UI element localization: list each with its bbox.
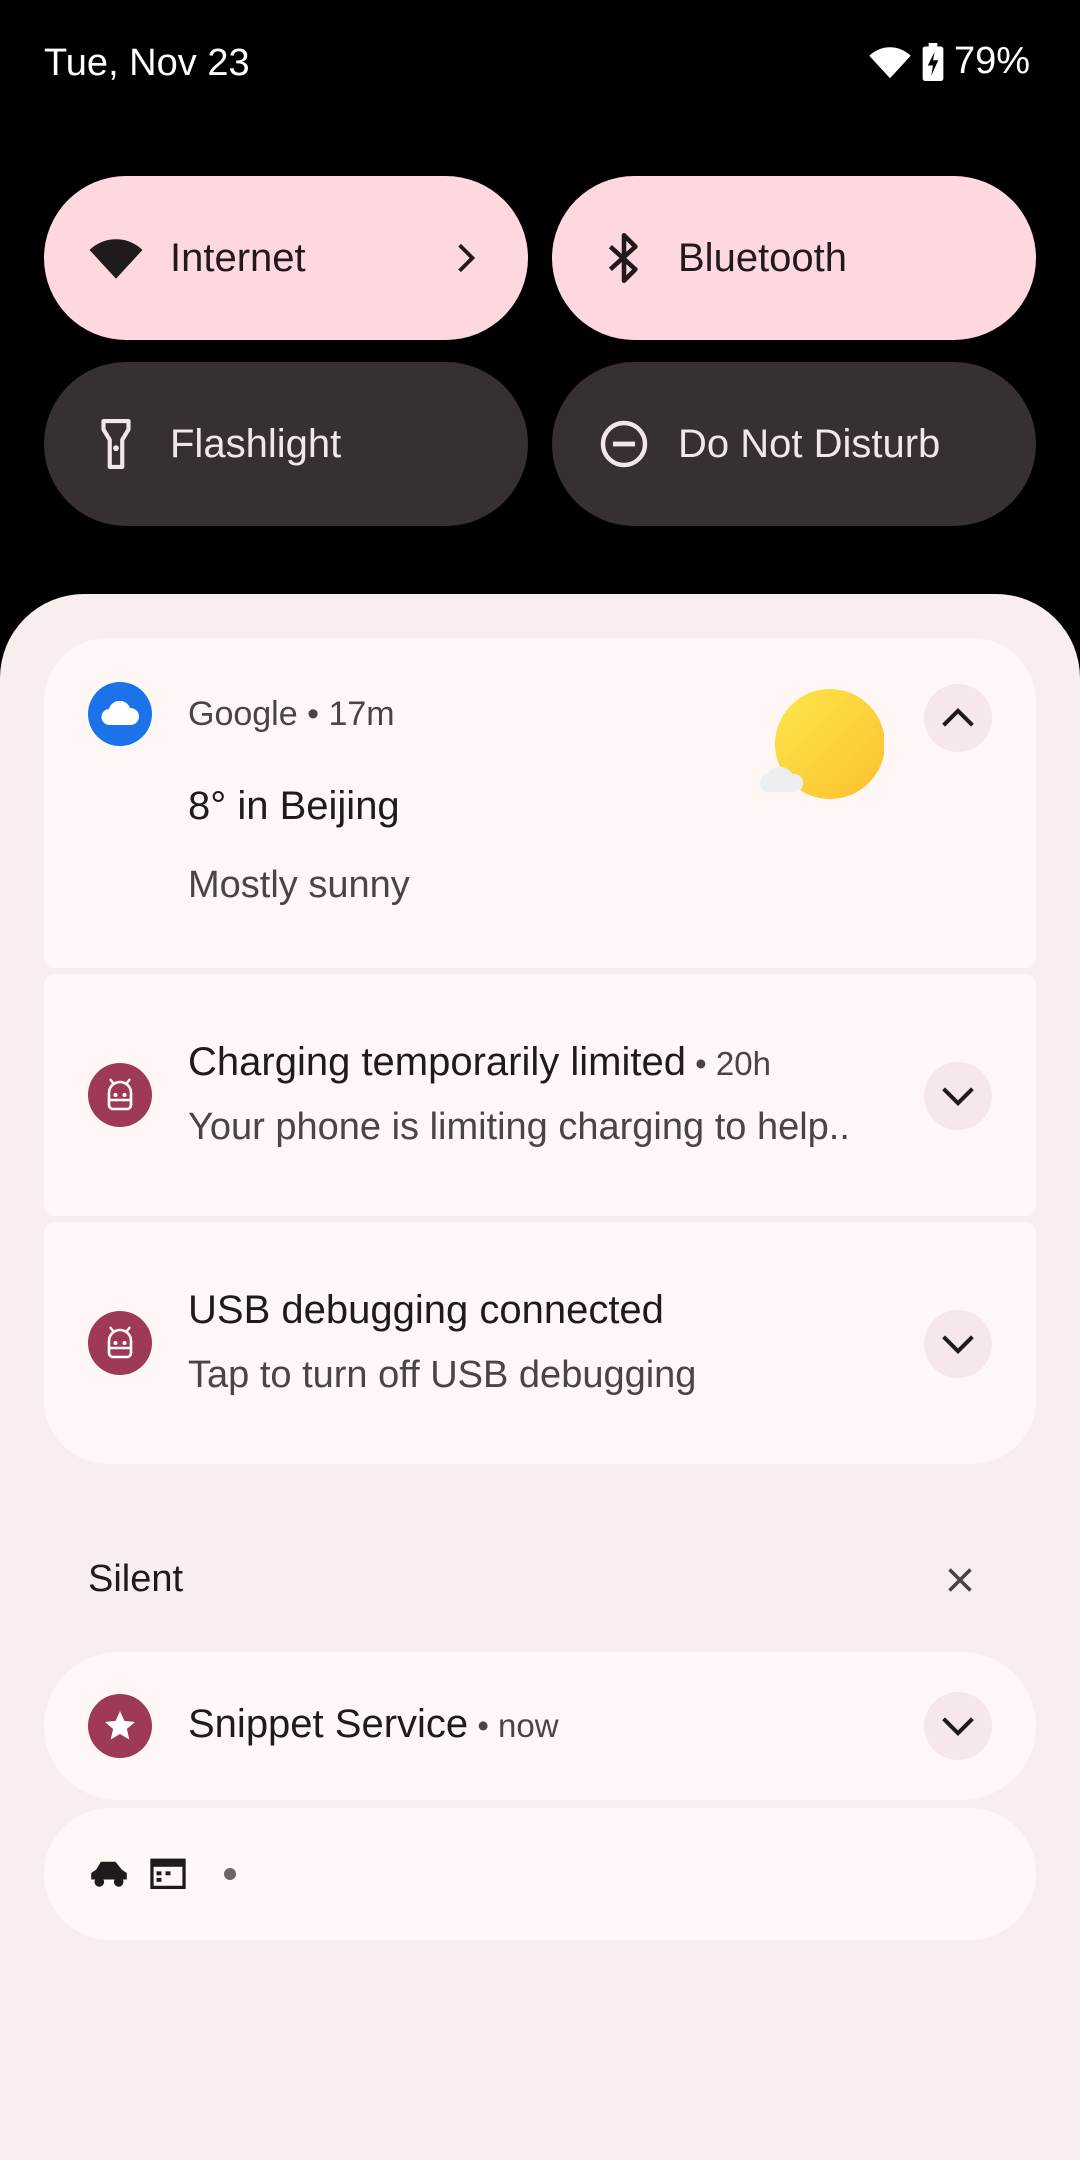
battery-charging-icon (922, 42, 944, 81)
collapse-button[interactable] (924, 684, 992, 752)
notification-time: 20h (715, 1045, 771, 1082)
wifi-icon (88, 230, 144, 286)
battery-percentage: 79% (953, 40, 1030, 82)
calendar-icon (150, 1856, 186, 1895)
notification-time: now (498, 1707, 559, 1744)
flashlight-icon (88, 416, 144, 472)
notification-title: Charging temporarily limited • 20h (188, 1040, 771, 1084)
notification-snippet-service[interactable]: Snippet Service • now (44, 1652, 1036, 1800)
tile-internet[interactable]: Internet (44, 176, 528, 340)
expand-button[interactable] (924, 1692, 992, 1760)
expand-button[interactable] (924, 1310, 992, 1378)
notification-app-name: Google (188, 695, 298, 733)
android-icon (88, 1063, 152, 1127)
wifi-icon (868, 44, 912, 80)
chevron-down-icon (942, 1717, 974, 1737)
chevron-down-icon (942, 1087, 974, 1107)
tile-bluetooth-label: Bluetooth (678, 235, 848, 280)
status-bar: Tue, Nov 23 79% (0, 0, 1080, 130)
car-icon (88, 1856, 130, 1895)
silent-section-header: Silent (88, 1558, 184, 1600)
notification-title: 8° in Beijing (188, 784, 400, 828)
tile-flashlight[interactable]: Flashlight (44, 362, 528, 526)
tile-do-not-disturb-label: Do Not Disturb (678, 421, 941, 466)
notification-body: Your phone is limiting charging to help.… (188, 1106, 850, 1148)
chevron-right-icon (448, 240, 484, 276)
notification-app-line: Google • 17m (188, 695, 395, 733)
star-icon (88, 1694, 152, 1758)
tile-do-not-disturb[interactable]: Do Not Disturb (552, 362, 1036, 526)
notification-title: USB debugging connected (188, 1288, 664, 1332)
notification-body: Mostly sunny (188, 864, 410, 906)
cloud-icon (88, 682, 152, 746)
chevron-up-icon (942, 707, 974, 727)
notification-time: 17m (328, 695, 395, 733)
status-date: Tue, Nov 23 (44, 42, 250, 84)
close-icon (948, 1568, 972, 1592)
do-not-disturb-icon (596, 416, 652, 472)
bluetooth-icon (596, 230, 652, 286)
sunny-weather-icon (754, 688, 885, 808)
overflow-dot (224, 1868, 236, 1880)
notification-title: Snippet Service • now (188, 1702, 559, 1746)
chevron-down-icon (942, 1335, 974, 1355)
notification-overflow-shelf[interactable] (44, 1808, 1036, 1940)
android-icon (88, 1311, 152, 1375)
tile-internet-label: Internet (170, 235, 306, 280)
status-icons: 79% (868, 40, 1030, 83)
expand-button[interactable] (924, 1062, 992, 1130)
notification-weather[interactable]: Google • 17m 8° in Beijing Mostly sunny (44, 638, 1036, 968)
tile-flashlight-label: Flashlight (170, 421, 342, 466)
clear-silent-button[interactable] (940, 1560, 980, 1600)
tile-bluetooth[interactable]: Bluetooth (552, 176, 1036, 340)
notification-body: Tap to turn off USB debugging (188, 1354, 697, 1396)
notification-usb-debugging[interactable]: USB debugging connected Tap to turn off … (44, 1222, 1036, 1464)
notification-charging[interactable]: Charging temporarily limited • 20h Your … (44, 974, 1036, 1216)
